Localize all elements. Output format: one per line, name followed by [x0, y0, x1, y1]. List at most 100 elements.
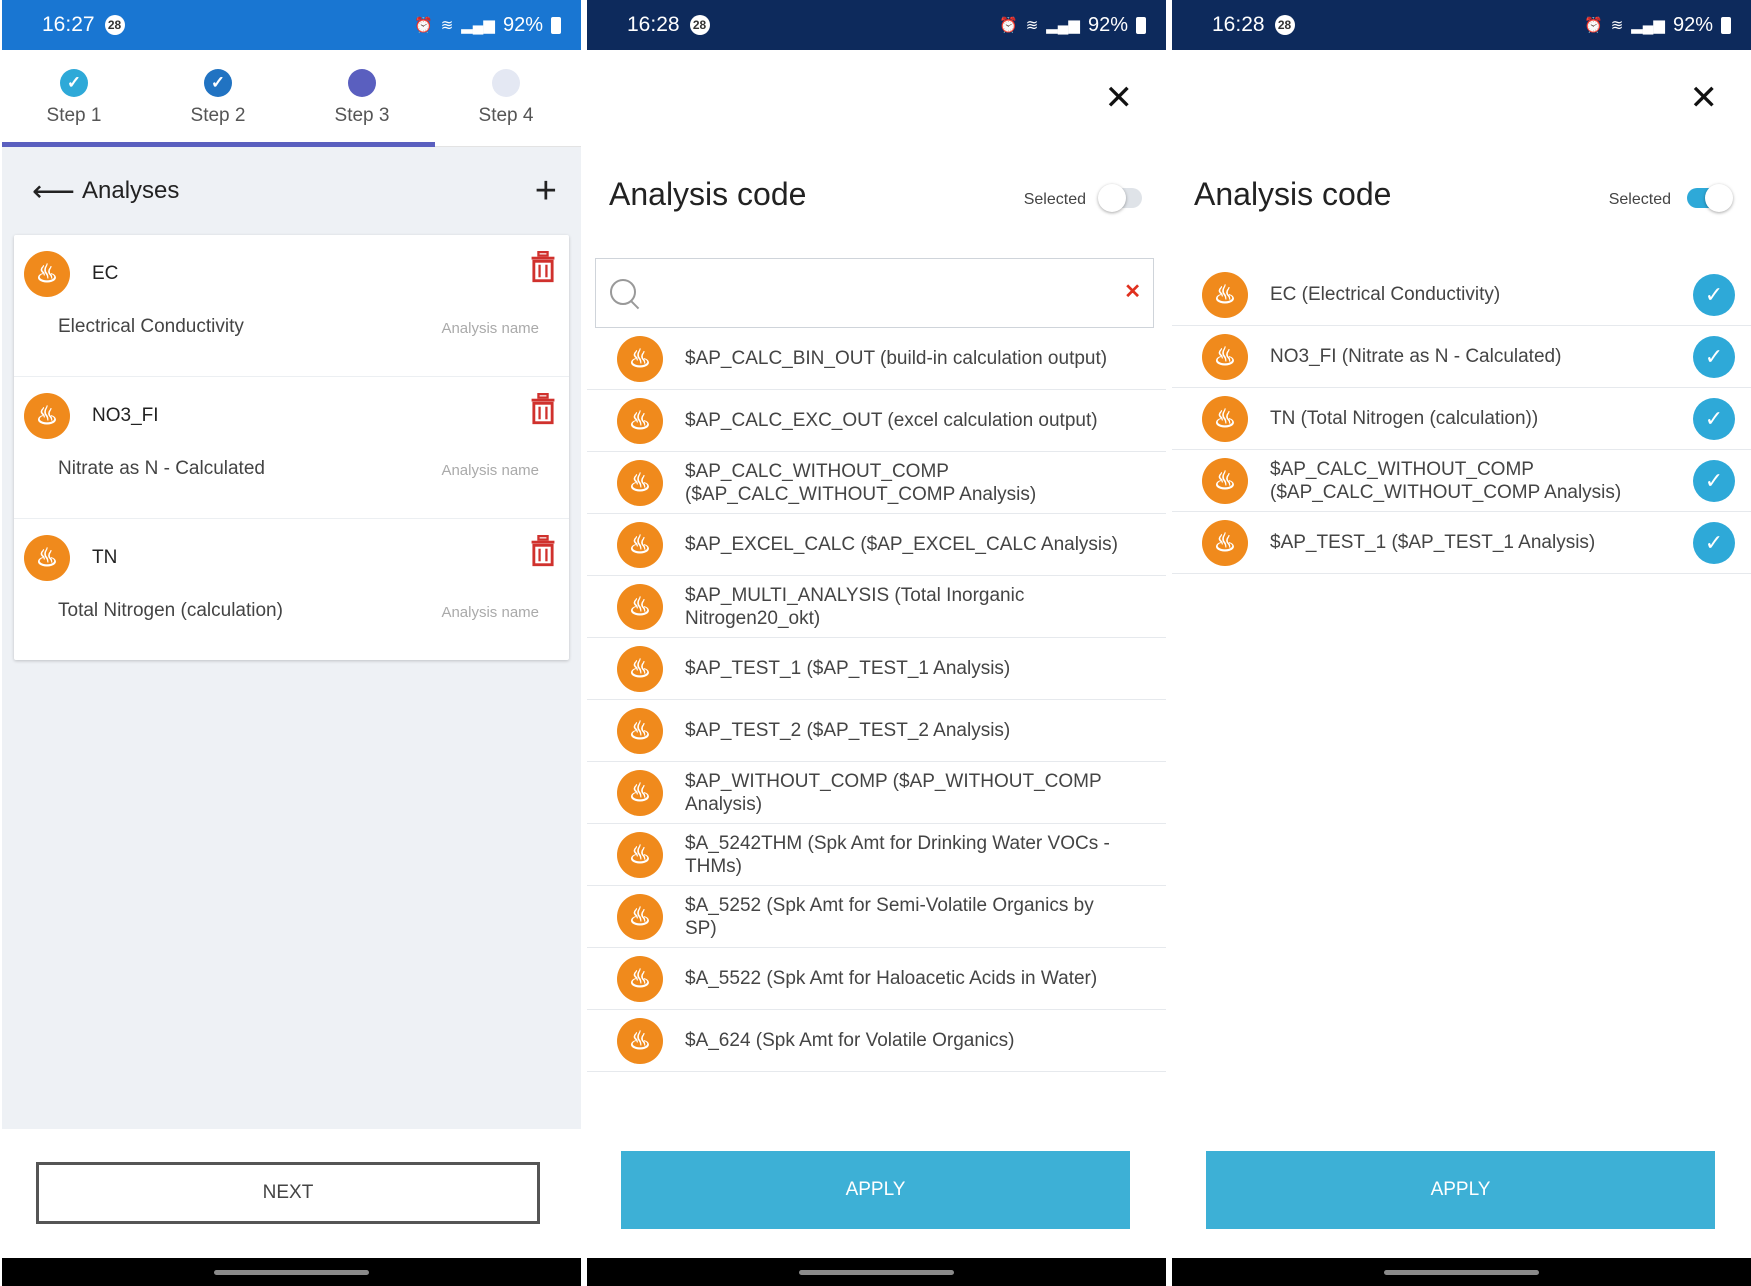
list-item[interactable]: ♨ $AP_CALC_WITHOUT_COMP ($AP_CALC_WITHOUT… — [587, 452, 1166, 514]
list-item[interactable]: ♨ EC (Electrical Conductivity) ✓ — [1172, 264, 1751, 326]
flask-icon: ♨ — [617, 645, 663, 692]
delete-icon[interactable] — [529, 251, 557, 283]
delete-icon[interactable] — [529, 393, 557, 425]
battery-percent: 92% — [1087, 13, 1128, 36]
stepper: ✓ Step 1 ✓ Step 2 Step 3 Step 4 — [2, 50, 581, 147]
alarm-icon: ⏰ — [414, 17, 433, 34]
list-item[interactable]: ♨ $A_5522 (Spk Amt for Haloacetic Acids i… — [587, 948, 1166, 1010]
list-item[interactable]: ♨ $AP_CALC_BIN_OUT (build-in calculation … — [587, 328, 1166, 390]
status-time: 16:28 — [627, 13, 680, 36]
analysis-card[interactable]: ♨ EC Electrical Conductivity Analysis na… — [14, 235, 569, 377]
page-title: Analyses — [82, 177, 180, 204]
analysis-name: Electrical Conductivity — [58, 316, 244, 337]
list-item-label: $AP_MULTI_ANALYSIS (Total Inorganic Nitr… — [685, 584, 1025, 629]
active-step-dot-icon — [348, 69, 376, 97]
close-icon[interactable]: ✕ — [1690, 78, 1719, 118]
check-icon[interactable]: ✓ — [1693, 522, 1735, 564]
list-item-label: $AP_EXCEL_CALC ($AP_EXCEL_CALC Analysis) — [685, 534, 1118, 555]
system-nav-bar — [587, 1258, 1166, 1286]
analysis-name-hint: Analysis name — [441, 462, 539, 479]
list-item-label: $AP_CALC_BIN_OUT (build-in calculation o… — [685, 348, 1108, 369]
flask-icon: ♨ — [24, 535, 70, 581]
list-item[interactable]: ♨ $A_5242THM (Spk Amt for Drinking Water … — [587, 824, 1166, 886]
step-2[interactable]: ✓ Step 2 — [146, 50, 290, 146]
notification-badge: 28 — [689, 15, 710, 35]
list-item-label: $A_5242THM (Spk Amt for Drinking Water V… — [685, 832, 1110, 877]
flask-icon: ♨ — [617, 1017, 663, 1064]
list-item[interactable]: ♨ $AP_WITHOUT_COMP ($AP_WITHOUT_COMP Anal… — [587, 762, 1166, 824]
flask-icon: ♨ — [617, 521, 663, 568]
flask-icon: ♨ — [24, 251, 70, 297]
add-analysis-button[interactable]: + — [535, 170, 557, 213]
flask-icon: ♨ — [1202, 271, 1248, 318]
list-item[interactable]: ♨ $AP_CALC_EXC_OUT (excel calculation out… — [587, 390, 1166, 452]
page-title: Analysis code — [1194, 176, 1392, 212]
analysis-card[interactable]: ♨ NO3_FI Nitrate as N - Calculated Analy… — [14, 377, 569, 519]
analyses-list: ♨ EC Electrical Conductivity Analysis na… — [14, 235, 569, 660]
selected-filter-toggle[interactable] — [1687, 184, 1733, 212]
list-item-label: NO3_FI (Nitrate as N - Calculated) — [1270, 346, 1562, 367]
home-handle[interactable] — [799, 1269, 954, 1275]
flask-icon: ♨ — [617, 459, 663, 506]
signal-icon: ▂▄▆ — [1631, 17, 1665, 34]
status-bar: 16:27 28 ⏰ ≋ ▂▄▆ 92% — [2, 0, 581, 50]
selected-filter-toggle[interactable] — [1098, 184, 1142, 212]
step-label: Step 3 — [334, 105, 390, 126]
check-icon[interactable]: ✓ — [1693, 460, 1735, 502]
check-icon[interactable]: ✓ — [1693, 398, 1735, 440]
wifi-icon: ≋ — [1025, 17, 1039, 34]
home-handle[interactable] — [214, 1269, 369, 1275]
alarm-icon: ⏰ — [999, 17, 1018, 34]
list-item[interactable]: ♨ $A_5252 (Spk Amt for Semi-Volatile Orga… — [587, 886, 1166, 948]
list-item[interactable]: ♨ $AP_TEST_1 ($AP_TEST_1 Analysis) ✓ — [1172, 512, 1751, 574]
step-1[interactable]: ✓ Step 1 — [2, 50, 146, 146]
pending-step-dot-icon — [492, 69, 520, 97]
check-icon[interactable]: ✓ — [1693, 336, 1735, 378]
apply-button[interactable]: APPLY — [1206, 1151, 1715, 1229]
list-item[interactable]: ♨ $AP_MULTI_ANALYSIS (Total Inorganic Nit… — [587, 576, 1166, 638]
list-item[interactable]: ♨ TN (Total Nitrogen (calculation)) ✓ — [1172, 388, 1751, 450]
list-item[interactable]: ♨ $AP_CALC_WITHOUT_COMP ($AP_CALC_WITHOUT… — [1172, 450, 1751, 512]
status-bar: 16:28 28 ⏰ ≋ ▂▄▆ 92% — [587, 0, 1166, 50]
analysis-card[interactable]: ♨ TN Total Nitrogen (calculation) Analys… — [14, 519, 569, 660]
screen-analyses: 16:27 28 ⏰ ≋ ▂▄▆ 92% ✓ Step 1 ✓ Step 2 S… — [2, 0, 581, 1286]
list-item[interactable]: ♨ $A_624 (Spk Amt for Volatile Organics) — [587, 1010, 1166, 1072]
flask-icon: ♨ — [1202, 457, 1248, 504]
next-button[interactable]: NEXT — [36, 1162, 540, 1224]
list-item-label: $A_5252 (Spk Amt for Semi-Volatile Organ… — [685, 894, 1094, 939]
battery-percent: 92% — [1672, 13, 1713, 36]
analysis-code-list: ♨ $AP_CALC_BIN_OUT (build-in calculation … — [587, 328, 1166, 1086]
analysis-code: EC — [92, 263, 119, 284]
analyses-content: ⟵ Analyses + ♨ EC Electrical Conductivit… — [2, 147, 581, 1129]
step-4[interactable]: Step 4 — [434, 50, 578, 146]
battery-icon — [551, 16, 561, 34]
analysis-name-hint: Analysis name — [441, 604, 539, 621]
list-item-label: $AP_CALC_WITHOUT_COMP ($AP_CALC_WITHOUT_… — [685, 460, 1037, 505]
status-time: 16:27 — [42, 13, 95, 36]
delete-icon[interactable] — [529, 535, 557, 567]
back-arrow-icon[interactable]: ⟵ — [32, 174, 82, 209]
home-handle[interactable] — [1384, 1269, 1539, 1275]
signal-icon: ▂▄▆ — [1046, 17, 1080, 34]
step-label: Step 2 — [190, 105, 246, 126]
status-bar: 16:28 28 ⏰ ≋ ▂▄▆ 92% — [1172, 0, 1751, 50]
step-3[interactable]: Step 3 — [290, 50, 434, 146]
apply-button[interactable]: APPLY — [621, 1151, 1130, 1229]
list-item-label: $A_5522 (Spk Amt for Haloacetic Acids in… — [685, 968, 1098, 989]
list-item[interactable]: ♨ $AP_EXCEL_CALC ($AP_EXCEL_CALC Analysis… — [587, 514, 1166, 576]
notification-badge: 28 — [104, 15, 125, 35]
list-item-label: $AP_CALC_WITHOUT_COMP ($AP_CALC_WITHOUT_… — [1270, 458, 1622, 503]
clear-search-icon[interactable]: ✕ — [1124, 279, 1141, 304]
check-icon[interactable]: ✓ — [1693, 274, 1735, 316]
list-item-label: EC (Electrical Conductivity) — [1270, 284, 1501, 305]
flask-icon: ♨ — [617, 707, 663, 754]
list-item[interactable]: ♨ NO3_FI (Nitrate as N - Calculated) ✓ — [1172, 326, 1751, 388]
search-input[interactable] — [652, 271, 1096, 317]
list-item-label: $A_624 (Spk Amt for Volatile Organics) — [685, 1030, 1015, 1051]
analysis-name-hint: Analysis name — [441, 320, 539, 337]
list-item[interactable]: ♨ $AP_TEST_1 ($AP_TEST_1 Analysis) — [587, 638, 1166, 700]
analysis-code: NO3_FI — [92, 405, 159, 426]
toggle-knob — [1098, 184, 1126, 212]
list-item[interactable]: ♨ $AP_TEST_2 ($AP_TEST_2 Analysis) — [587, 700, 1166, 762]
close-icon[interactable]: ✕ — [1105, 78, 1134, 118]
